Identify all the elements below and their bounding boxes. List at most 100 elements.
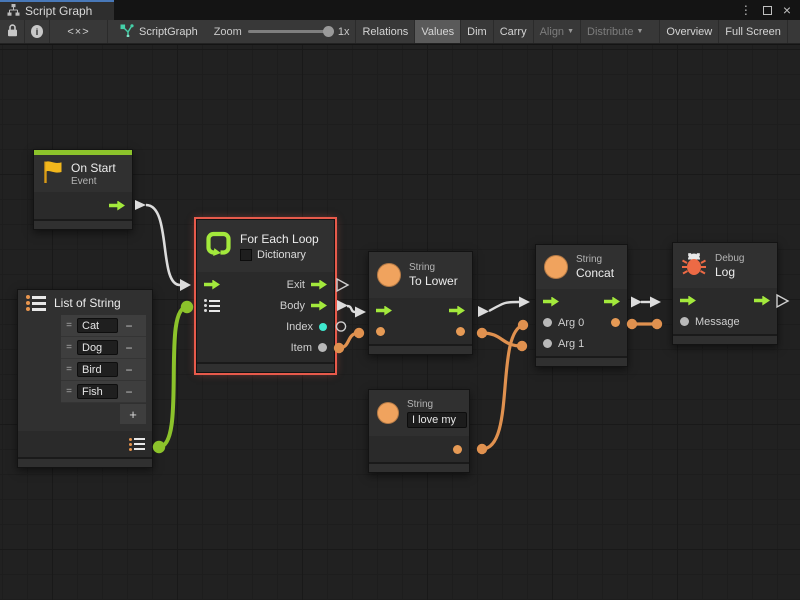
tab-script-graph[interactable]: Script Graph <box>0 0 114 20</box>
tab-title: Script Graph <box>25 4 92 18</box>
port-label-message: Message <box>695 316 740 328</box>
port-label-exit: Exit <box>287 279 305 291</box>
drag-handle-icon[interactable]: = <box>61 364 77 375</box>
port-label-index: Index <box>286 321 313 333</box>
wire-literal-to-arg0[interactable] <box>477 320 528 454</box>
flow-in-port[interactable] <box>543 297 559 307</box>
node-footer <box>369 462 469 472</box>
relations-button[interactable]: Relations <box>355 20 414 43</box>
collection-in-port[interactable] <box>204 299 220 312</box>
list-out-port[interactable] <box>129 438 145 451</box>
dictionary-checkbox[interactable] <box>240 249 252 261</box>
index-port-hollow-circle[interactable] <box>336 322 345 331</box>
body-out-port[interactable] <box>311 301 327 311</box>
node-title: Log <box>715 265 744 279</box>
values-button[interactable]: Values <box>414 20 460 43</box>
flow-out-port[interactable] <box>449 306 465 316</box>
string-in-port[interactable] <box>376 327 385 336</box>
menu-kebab-icon[interactable]: ⋮ <box>740 3 752 17</box>
flag-icon <box>42 159 63 189</box>
node-type: String <box>576 254 614 265</box>
zoom-slider[interactable] <box>248 30 332 33</box>
wire-onstart-to-foreach[interactable] <box>135 200 191 291</box>
remove-item-button[interactable]: − <box>118 341 140 355</box>
item-out-port[interactable] <box>318 343 327 352</box>
zoom-slider-handle[interactable] <box>323 26 334 37</box>
flow-out-port[interactable] <box>109 201 125 211</box>
result-out-port[interactable] <box>611 318 620 327</box>
info-button[interactable]: i <box>25 20 50 43</box>
string-out-port[interactable] <box>456 327 465 336</box>
wire-item-to-tolower[interactable] <box>334 328 364 353</box>
chevron-down-icon: ▼ <box>567 28 574 35</box>
wire-tolower-to-concat[interactable] <box>478 297 530 318</box>
drag-handle-icon[interactable]: = <box>61 386 77 397</box>
chevron-down-icon: ▼ <box>636 28 643 35</box>
node-on-start[interactable]: On Start Event <box>33 149 133 230</box>
code-preview-button[interactable]: <×> <box>50 20 108 43</box>
graph-canvas[interactable]: On Start Event List of String = <box>0 45 800 600</box>
info-icon: i <box>31 25 43 38</box>
close-icon[interactable]: × <box>783 2 791 18</box>
flow-out-port[interactable] <box>754 296 770 306</box>
graph-toolbar: i <×> ScriptGraph Zoom 1x Relations Valu… <box>0 20 800 44</box>
add-item-button[interactable]: + <box>120 404 146 424</box>
code-icon: <×> <box>67 26 89 38</box>
message-in-port[interactable] <box>680 317 689 326</box>
list-inline-editor: = − = − = − = − <box>61 315 146 424</box>
drag-handle-icon[interactable]: = <box>61 320 77 331</box>
index-out-port[interactable] <box>319 323 327 331</box>
exit-port-hollow-triangle[interactable] <box>337 279 348 291</box>
list-item-field[interactable] <box>77 384 118 399</box>
maximize-icon[interactable] <box>763 6 772 15</box>
wire-list-to-foreach[interactable] <box>153 301 193 453</box>
exit-out-port[interactable] <box>311 280 327 290</box>
overview-button[interactable]: Overview <box>659 20 718 43</box>
list-item-field[interactable] <box>77 362 118 377</box>
node-footer <box>673 334 777 344</box>
wire-concat-to-message[interactable] <box>627 319 662 329</box>
dim-button[interactable]: Dim <box>460 20 493 43</box>
arg1-in-port[interactable] <box>543 339 552 348</box>
flow-in-port[interactable] <box>680 296 696 306</box>
carry-button[interactable]: Carry <box>493 20 533 43</box>
node-for-each-loop[interactable]: For Each Loop Dictionary Exit <box>196 219 335 373</box>
arg0-in-port[interactable] <box>543 318 552 327</box>
node-to-lower[interactable]: String To Lower <box>368 251 473 355</box>
string-type-icon <box>377 263 401 287</box>
flow-in-port[interactable] <box>204 280 220 290</box>
node-footer <box>197 362 334 372</box>
string-out-port[interactable] <box>453 445 462 454</box>
remove-item-button[interactable]: − <box>118 319 140 333</box>
wire-tolower-to-arg1[interactable] <box>477 328 527 351</box>
node-concat[interactable]: String Concat Arg 0 Arg 1 <box>535 244 628 367</box>
string-value-field[interactable] <box>407 412 467 428</box>
node-title: Concat <box>576 266 614 280</box>
flow-in-port[interactable] <box>376 306 392 316</box>
port-label-item: Item <box>291 342 312 354</box>
node-footer <box>536 356 627 366</box>
list-item-field[interactable] <box>77 318 118 333</box>
lock-button[interactable] <box>0 20 25 43</box>
node-list-of-string[interactable]: List of String = − = − = − <box>17 289 153 468</box>
drag-handle-icon[interactable]: = <box>61 342 77 353</box>
node-footer <box>369 344 472 354</box>
loop-icon <box>205 230 232 262</box>
remove-item-button[interactable]: − <box>118 385 140 399</box>
node-type: Debug <box>715 253 744 264</box>
list-item-row: = − <box>61 359 146 381</box>
wire-body-to-tolower[interactable] <box>337 300 366 318</box>
node-string-literal[interactable]: String <box>368 389 470 473</box>
list-item-field[interactable] <box>77 340 118 355</box>
node-footer <box>18 457 152 467</box>
window-tab-bar: Script Graph ⋮ × <box>0 0 800 20</box>
align-dropdown[interactable]: Align ▼ <box>533 20 580 43</box>
node-debug-log[interactable]: Debug Log Message <box>672 242 778 345</box>
log-out-hollow-triangle[interactable] <box>777 295 788 307</box>
fullscreen-button[interactable]: Full Screen <box>718 20 788 43</box>
remove-item-button[interactable]: − <box>118 363 140 377</box>
graph-breadcrumb[interactable]: ScriptGraph <box>120 20 198 43</box>
flow-out-port[interactable] <box>604 297 620 307</box>
wire-concat-to-log[interactable] <box>631 297 661 308</box>
distribute-dropdown[interactable]: Distribute ▼ <box>580 20 649 43</box>
